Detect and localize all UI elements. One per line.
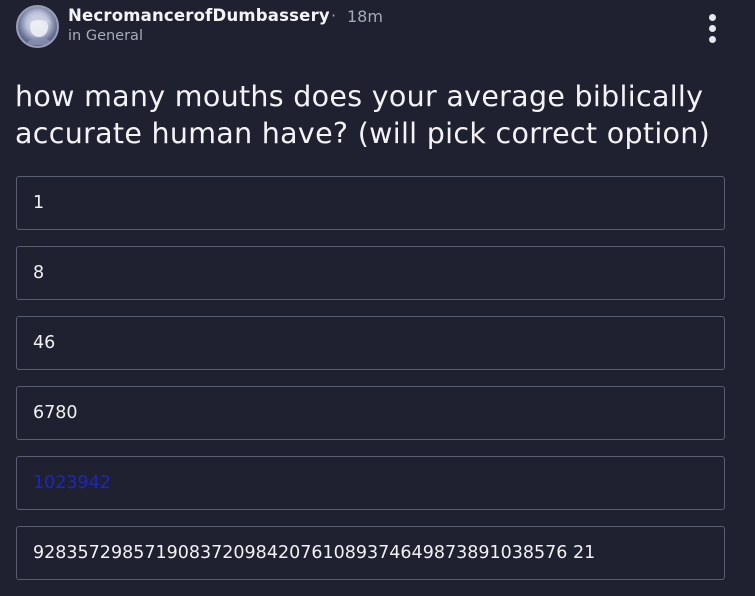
- poll-option-label: 46: [33, 333, 56, 353]
- poll-option-label: 8: [33, 263, 45, 283]
- poll-option-label: 1023942: [33, 473, 111, 493]
- poll-option[interactable]: 8: [16, 246, 725, 300]
- author-name[interactable]: NecromancerofDumbassery: [68, 6, 330, 25]
- more-options-button[interactable]: [701, 12, 725, 46]
- poll-option[interactable]: 9283572985719083720984207610893746498738…: [16, 526, 725, 580]
- poll-option[interactable]: 46: [16, 316, 725, 370]
- poll-option-label: 6780: [33, 403, 78, 423]
- meta-separator: ·: [331, 6, 337, 25]
- poll-option[interactable]: 1023942: [16, 456, 725, 510]
- poll-options: 1 8 46 6780 1023942 92835729857190837209…: [16, 176, 725, 596]
- post-location[interactable]: in General: [68, 28, 143, 44]
- post-header: NecromancerofDumbassery · 18m in General: [14, 4, 741, 50]
- avatar[interactable]: [16, 5, 59, 48]
- poll-option-label: 9283572985719083720984207610893746498738…: [33, 543, 596, 563]
- post-timestamp: 18m: [347, 7, 383, 26]
- poll-option[interactable]: 1: [16, 176, 725, 230]
- more-vertical-icon: [709, 14, 716, 21]
- poll-option[interactable]: 6780: [16, 386, 725, 440]
- poll-option-label: 1: [33, 193, 45, 213]
- poll-question: how many mouths does your average biblic…: [15, 80, 711, 150]
